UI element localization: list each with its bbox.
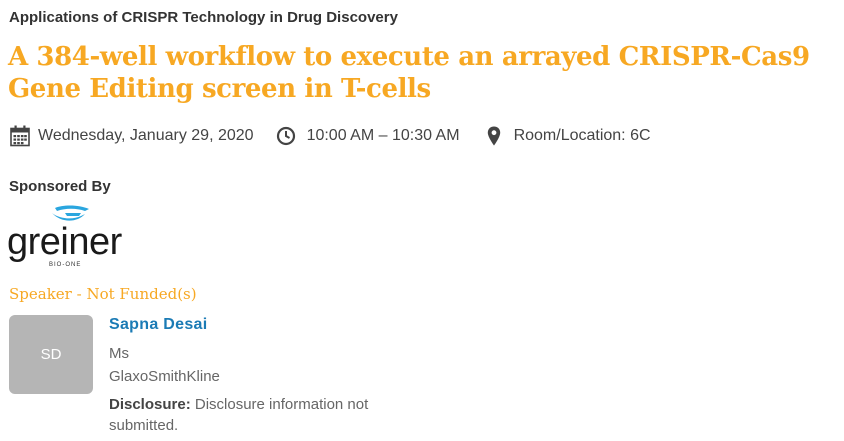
logo-wordmark: greiner [7, 221, 123, 263]
session-time: 10:00 AM – 10:30 AM [306, 127, 460, 144]
greiner-swoosh-icon [52, 205, 89, 221]
map-pin-icon [487, 126, 501, 146]
sponsored-by-heading: Sponsored By [9, 178, 111, 195]
speaker-name-link[interactable]: Sapna Desai [109, 316, 207, 334]
logo-subtext: BIO-ONE [49, 262, 81, 268]
session-title: A 384-well workflow to execute an arraye… [8, 42, 810, 104]
sponsor-logo[interactable]: greiner BIO-ONE [7, 204, 131, 273]
speaker-section-heading: Speaker - Not Funded(s) [9, 285, 197, 303]
session-location: Room/Location: 6C [513, 127, 651, 144]
speaker-organization: GlaxoSmithKline [109, 368, 220, 385]
calendar-icon [10, 125, 30, 147]
session-date: Wednesday, January 29, 2020 [38, 127, 254, 144]
session-meta: Wednesday, January 29, 2020 10:00 AM – 1… [10, 124, 651, 148]
avatar-initials: SD [40, 346, 62, 363]
avatar: SD [9, 315, 93, 394]
speaker-title: Ms [109, 345, 129, 362]
disclosure-label: Disclosure: [109, 396, 191, 413]
clock-icon [276, 126, 296, 146]
speaker-disclosure: Disclosure: Disclosure information not s… [109, 394, 409, 436]
session-track: Applications of CRISPR Technology in Dru… [9, 9, 398, 26]
